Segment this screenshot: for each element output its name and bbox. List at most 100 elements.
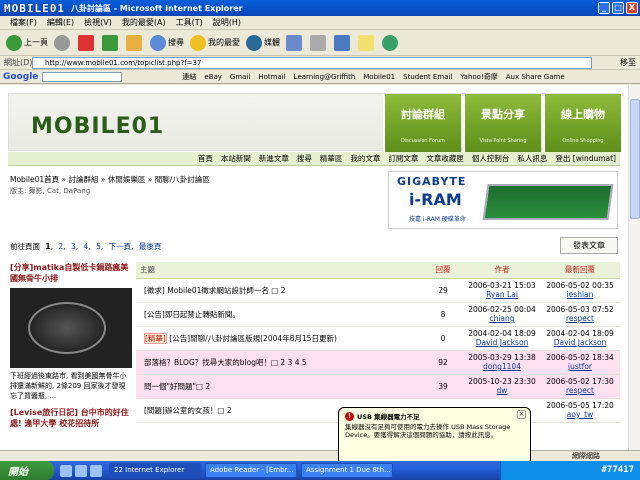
table-row[interactable]: 部落格？BLOG？找尋大家的blog吧！□ 2 3 4 5 92 2005-03… bbox=[136, 350, 620, 375]
back-button[interactable]: 上一頁 bbox=[6, 34, 48, 51]
author-link[interactable]: Ryan Lai bbox=[486, 290, 518, 299]
task-assignment[interactable]: Assignment 1 Due 8th... bbox=[301, 463, 393, 478]
page-next[interactable]: 下一頁 bbox=[109, 242, 132, 251]
task-internet-explorer[interactable]: 22 Internet Explorer bbox=[109, 463, 201, 478]
link-learning[interactable]: Learning@Griffith bbox=[294, 73, 356, 81]
page-5[interactable]: 5 bbox=[96, 242, 101, 251]
notes-button[interactable] bbox=[358, 34, 376, 51]
subnav-bookmarks[interactable]: 文章收藏匣 bbox=[426, 153, 464, 164]
minimize-button[interactable]: _ bbox=[598, 2, 610, 14]
table-row[interactable]: [精華] [公告]閒聊/八卦討論區版規(2004年8月15日更新) 0 2004… bbox=[136, 326, 620, 351]
task-adobe-reader[interactable]: Adobe Reader - [Embr... bbox=[205, 463, 297, 478]
search-button[interactable]: 搜尋 bbox=[150, 34, 184, 51]
breadcrumb[interactable]: Mobile01首頁 » 討論群組 » 休閒娛樂區 » 閒聊/八卦討論區 bbox=[10, 174, 210, 185]
featured-title-1[interactable]: [分享]matika自製低卡鍋路瘋美國無骨牛小排 bbox=[10, 262, 132, 284]
last-link[interactable]: aoy_tw bbox=[567, 410, 593, 419]
topic-subject[interactable]: [徵求] Mobile01徵求網站設計師一名 □ 2 bbox=[136, 278, 422, 303]
start-button[interactable]: 開始 bbox=[0, 461, 54, 480]
link-mobile01[interactable]: Mobile01 bbox=[363, 73, 395, 81]
vertical-scrollbar[interactable] bbox=[628, 85, 640, 461]
menu-tools[interactable]: 工具(T) bbox=[176, 17, 203, 28]
close-icon[interactable]: × bbox=[517, 410, 526, 419]
author-link[interactable]: chiang bbox=[489, 314, 514, 323]
author-link[interactable]: dong1104 bbox=[483, 362, 521, 371]
forward-button[interactable] bbox=[54, 34, 72, 51]
table-header: 主題 回覆 作者 最新回覆 bbox=[136, 262, 620, 279]
favorites-button[interactable]: 我的最愛 bbox=[190, 34, 240, 51]
last-link[interactable]: respect bbox=[566, 386, 594, 395]
sidebar-featured: [分享]matika自製低卡鍋路瘋美國無骨牛小排 下班經過後東路市, 看到美國無… bbox=[10, 262, 132, 461]
page-3[interactable]: 3 bbox=[71, 242, 76, 251]
subnav-new-posts[interactable]: 新進文章 bbox=[259, 153, 289, 164]
subnav-my-posts[interactable]: 我的文章 bbox=[350, 153, 380, 164]
tab-vista[interactable]: 景點分享 Vista Point Sharing bbox=[463, 94, 541, 152]
last-link[interactable]: ieshian bbox=[567, 290, 594, 299]
desktop-quicklaunch-icon[interactable] bbox=[75, 464, 87, 477]
table-row[interactable]: 問一個"好問題"□ 2 39 2005-10-23 23:30 dw 2006-0… bbox=[136, 374, 620, 399]
scroll-thumb[interactable] bbox=[630, 99, 640, 219]
last-date: 2004-02-04 18:09 bbox=[546, 329, 614, 338]
link-hotmail[interactable]: Hotmail bbox=[258, 73, 285, 81]
author-link[interactable]: David Jackson bbox=[476, 338, 529, 347]
ie-quicklaunch-icon[interactable] bbox=[60, 464, 72, 477]
topic-subject[interactable]: 問一個"好問題"□ 2 bbox=[136, 374, 422, 399]
subnav-logout[interactable]: 登出 [windumat] bbox=[555, 153, 616, 164]
link-student-email[interactable]: Student Email bbox=[403, 73, 452, 81]
site-logo[interactable]: MOBILE01 bbox=[31, 114, 164, 139]
featured-image[interactable] bbox=[10, 288, 132, 368]
media-quicklaunch-icon[interactable] bbox=[90, 464, 102, 477]
subnav-home[interactable]: 首頁 bbox=[198, 153, 213, 164]
mail-button[interactable] bbox=[286, 34, 304, 51]
stop-button[interactable] bbox=[78, 34, 96, 51]
page-2[interactable]: 2 bbox=[58, 242, 63, 251]
link-gmail[interactable]: Gmail bbox=[230, 73, 250, 81]
table-row[interactable]: [徵求] Mobile01徵求網站設計師一名 □ 2 29 2006-03-21… bbox=[136, 278, 620, 303]
menu-view[interactable]: 檢視(V) bbox=[84, 17, 112, 28]
subnav-search[interactable]: 搜尋 bbox=[297, 153, 312, 164]
featured-title-2[interactable]: [Levise旅行日記] 台中市的好住處! 逢甲大學 校花招待所 bbox=[10, 407, 132, 429]
taskbar: 開始 22 Internet Explorer Adobe Reader - [… bbox=[0, 461, 640, 480]
messenger-button[interactable] bbox=[382, 34, 400, 51]
page-1[interactable]: 1 bbox=[45, 242, 50, 251]
link-ebay[interactable]: eBay bbox=[204, 73, 222, 81]
author-link[interactable]: dw bbox=[497, 386, 508, 395]
new-post-button[interactable]: 發表文章 bbox=[560, 237, 618, 254]
last-link[interactable]: respect bbox=[566, 314, 594, 323]
subnav-featured[interactable]: 精華區 bbox=[320, 153, 343, 164]
home-button[interactable] bbox=[126, 34, 144, 51]
last-link[interactable]: justfor bbox=[568, 362, 592, 371]
site-header: MOBILE01 討論群組 Discussion Forum 景點分享 Vist… bbox=[8, 93, 621, 152]
media-button[interactable]: 媒體 bbox=[246, 34, 280, 51]
address-input[interactable]: http://www.mobile01.com/topiclist.php?f=… bbox=[32, 57, 592, 69]
maximize-button[interactable]: □ bbox=[612, 2, 624, 14]
link-yahoo[interactable]: Yahoo!奇摩 bbox=[460, 72, 497, 82]
refresh-button[interactable] bbox=[102, 34, 120, 51]
topic-subject[interactable]: [精華] [公告]閒聊/八卦討論區版規(2004年8月15日更新) bbox=[136, 326, 422, 351]
forward-arrow-icon bbox=[54, 34, 70, 51]
menu-help[interactable]: 說明(H) bbox=[213, 17, 241, 28]
subnav-subscriptions[interactable]: 訂閱文章 bbox=[388, 153, 418, 164]
usb-power-notification[interactable]: ! USB 集線器電力不足 × 集線器沒有足夠可使用的電力去操作 USB Mass… bbox=[338, 407, 531, 472]
table-row[interactable]: [公告]即日起禁止轉貼新聞。 8 2006-02-25 00:04 chiang … bbox=[136, 302, 620, 327]
ad-banner[interactable]: GIGABYTE i-RAM 技嘉 i-RAM 硬碟革命 bbox=[388, 171, 618, 229]
page-last[interactable]: 最後頁 bbox=[139, 242, 162, 251]
tab-shopping[interactable]: 線上購物 Online Shopping bbox=[543, 94, 621, 152]
link-aux-share[interactable]: Aux Share Game bbox=[506, 73, 565, 81]
subnav-control-panel[interactable]: 個人控制台 bbox=[472, 153, 510, 164]
tab-discussion[interactable]: 討論群組 Discussion Forum bbox=[383, 94, 461, 152]
topic-subject[interactable]: [公告]即日起禁止轉貼新聞。 bbox=[136, 302, 422, 327]
menu-favorites[interactable]: 我的最愛(A) bbox=[122, 17, 166, 28]
banner-brand: GIGABYTE bbox=[397, 175, 467, 188]
google-search-input[interactable] bbox=[42, 71, 123, 82]
subnav-private-messages[interactable]: 私人訊息 bbox=[517, 153, 547, 164]
go-button[interactable]: 移至 bbox=[620, 57, 636, 68]
page-4[interactable]: 4 bbox=[84, 242, 89, 251]
edit-button[interactable] bbox=[334, 34, 352, 51]
menu-file[interactable]: 檔案(F) bbox=[10, 17, 37, 28]
close-button[interactable]: X bbox=[626, 2, 638, 14]
last-link[interactable]: David Jackson bbox=[554, 338, 607, 347]
topic-subject[interactable]: 部落格？BLOG？找尋大家的blog吧！□ 2 3 4 5 bbox=[136, 350, 422, 375]
print-button[interactable] bbox=[310, 34, 328, 51]
menu-edit[interactable]: 編輯(E) bbox=[47, 17, 74, 28]
subnav-news[interactable]: 本站新聞 bbox=[221, 153, 251, 164]
